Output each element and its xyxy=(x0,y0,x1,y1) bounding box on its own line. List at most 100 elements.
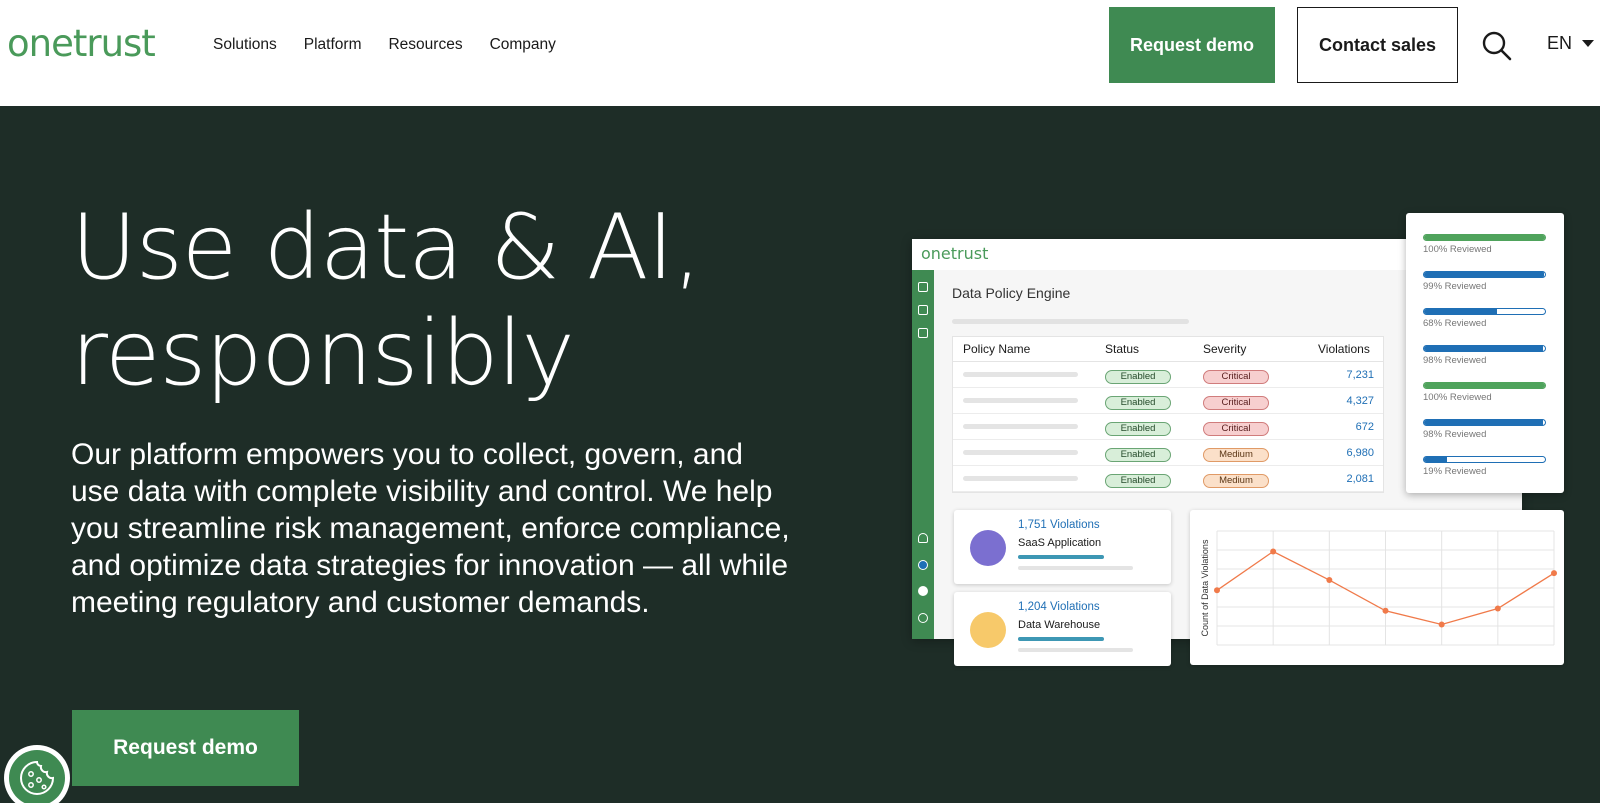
severity-badge: Medium xyxy=(1203,447,1269,462)
review-progress-label: 98% Reviewed xyxy=(1423,429,1487,440)
col-violations: Violations xyxy=(1318,342,1370,356)
data-point xyxy=(1326,577,1333,584)
data-point xyxy=(1270,548,1277,555)
violation-source: SaaS Application xyxy=(1018,537,1102,549)
violation-card: 1,204 Violations Data Warehouse xyxy=(954,592,1171,666)
site-header: onetrust Solutions Platform Resources Co… xyxy=(0,0,1600,106)
review-progress-label: 100% Reviewed xyxy=(1423,244,1492,255)
status-badge: Enabled xyxy=(1105,369,1171,384)
review-progress-card: 100% Reviewed 99% Reviewed 68% Reviewed 98%… xyxy=(1406,213,1564,493)
onetrust-logo[interactable]: onetrust xyxy=(7,22,156,65)
severity-badge: Critical xyxy=(1203,421,1269,436)
status-badge: Enabled xyxy=(1105,395,1171,410)
policy-table: Policy Name Status Severity Violations E… xyxy=(952,336,1384,493)
placeholder-bar xyxy=(952,319,1189,324)
chevron-down-icon xyxy=(1582,40,1595,47)
placeholder-bar xyxy=(1018,566,1133,570)
review-progress-track xyxy=(1423,234,1546,241)
severity-badge: Critical xyxy=(1203,369,1269,384)
table-row: Enabled Medium 2,081 xyxy=(953,466,1383,492)
contact-sales-button[interactable]: Contact sales xyxy=(1297,7,1458,83)
col-policy-name: Policy Name xyxy=(963,342,1031,356)
data-point xyxy=(1551,570,1557,577)
placeholder-bar xyxy=(1018,648,1133,652)
review-progress-fill xyxy=(1424,346,1543,351)
help-icon xyxy=(918,613,928,623)
review-progress-track xyxy=(1423,456,1546,463)
review-progress-fill xyxy=(1424,457,1447,462)
violation-dot xyxy=(970,612,1006,648)
nav-resources[interactable]: Resources xyxy=(388,36,462,54)
review-progress-fill xyxy=(1424,309,1497,314)
request-demo-button[interactable]: Request demo xyxy=(1109,7,1275,83)
status-badge: Enabled xyxy=(1105,447,1171,462)
review-progress-label: 99% Reviewed xyxy=(1423,281,1487,292)
review-progress-fill xyxy=(1424,420,1543,425)
policy-name-placeholder xyxy=(953,450,1105,455)
severity-cell: Critical xyxy=(1203,366,1306,384)
progress-bar xyxy=(1018,637,1104,641)
status-cell: Enabled xyxy=(1105,392,1203,410)
severity-cell: Critical xyxy=(1203,418,1306,436)
review-progress-label: 19% Reviewed xyxy=(1423,466,1487,477)
review-progress-track xyxy=(1423,382,1546,389)
language-selector[interactable]: EN xyxy=(1547,33,1595,54)
cookie-icon xyxy=(9,750,65,803)
status-cell: Enabled xyxy=(1105,418,1203,436)
review-progress-track xyxy=(1423,345,1546,352)
violations-cell: 7,231 xyxy=(1346,368,1374,381)
line-chart-svg: Count of Data Violations xyxy=(1200,530,1557,646)
table-row: Enabled Critical 7,231 xyxy=(953,362,1383,388)
status-badge: Enabled xyxy=(1105,473,1171,488)
violations-cell: 4,327 xyxy=(1346,394,1374,407)
cookie-settings-button[interactable] xyxy=(4,745,70,803)
nav-solutions[interactable]: Solutions xyxy=(213,36,277,54)
nav-company[interactable]: Company xyxy=(490,36,556,54)
severity-cell: Medium xyxy=(1203,470,1306,488)
violations-line-chart: Count of Data Violations xyxy=(1190,510,1564,665)
policy-name-placeholder xyxy=(953,372,1105,377)
progress-bar xyxy=(1018,555,1104,559)
review-progress-track xyxy=(1423,308,1546,315)
table-row: Enabled Critical 672 xyxy=(953,414,1383,440)
violations-cell: 2,081 xyxy=(1346,472,1374,485)
violations-cell: 6,980 xyxy=(1346,446,1374,459)
gear-icon xyxy=(918,586,928,596)
language-label: EN xyxy=(1547,33,1573,53)
hero-description: Our platform empowers you to collect, go… xyxy=(71,438,790,619)
col-severity: Severity xyxy=(1203,342,1247,356)
violation-source: Data Warehouse xyxy=(1018,619,1101,631)
nav-platform[interactable]: Platform xyxy=(304,36,362,54)
violations-cell: 672 xyxy=(1355,420,1374,433)
review-progress-label: 100% Reviewed xyxy=(1423,392,1492,403)
review-progress-track xyxy=(1423,419,1546,426)
severity-cell: Medium xyxy=(1203,444,1306,462)
severity-badge: Medium xyxy=(1203,473,1269,488)
home-icon xyxy=(918,282,928,292)
main-nav: Solutions Platform Resources Company xyxy=(213,36,556,54)
table-row: Enabled Medium 6,980 xyxy=(953,440,1383,466)
review-progress-label: 68% Reviewed xyxy=(1423,318,1487,329)
violation-dot xyxy=(970,530,1006,566)
inbox-icon xyxy=(918,328,928,338)
status-cell: Enabled xyxy=(1105,366,1203,384)
data-point xyxy=(1494,605,1501,612)
data-point xyxy=(1382,607,1389,614)
grid-icon xyxy=(918,305,928,315)
violation-card: 1,751 Violations SaaS Application xyxy=(954,510,1171,584)
policy-name-placeholder xyxy=(953,476,1105,481)
data-point xyxy=(1214,587,1220,594)
policy-name-placeholder xyxy=(953,398,1105,403)
hero-title: Use data & AI, responsibly xyxy=(71,195,702,406)
status-cell: Enabled xyxy=(1105,444,1203,462)
review-progress-fill xyxy=(1424,272,1544,277)
hero-request-demo-button[interactable]: Request demo xyxy=(72,710,299,786)
dashboard-sidebar xyxy=(912,270,934,639)
col-status: Status xyxy=(1105,342,1140,356)
dashboard-title: Data Policy Engine xyxy=(952,285,1071,301)
status-cell: Enabled xyxy=(1105,470,1203,488)
search-icon[interactable] xyxy=(1481,30,1513,62)
y-axis-label: Count of Data Violations xyxy=(1200,539,1210,636)
data-point xyxy=(1438,621,1445,628)
severity-badge: Critical xyxy=(1203,395,1269,410)
